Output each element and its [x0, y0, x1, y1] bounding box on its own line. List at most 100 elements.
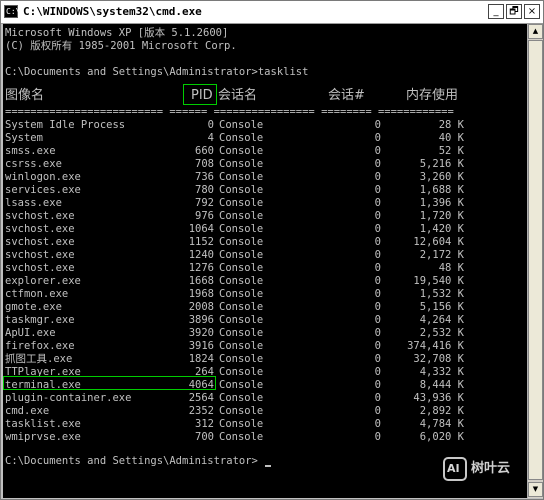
process-mem: 4,332 K [419, 366, 464, 378]
vertical-scrollbar[interactable]: ▲ ▼ [527, 24, 543, 498]
process-name: svchost.exe [5, 223, 75, 235]
process-name: gmote.exe [5, 301, 62, 313]
process-mem: 1,720 K [419, 210, 464, 222]
process-mem: 8,444 K [419, 379, 464, 391]
restore-button[interactable]: 🗗 [506, 4, 522, 19]
process-session-num: 0 [374, 327, 381, 339]
process-pid: 1968 [188, 288, 214, 300]
ai-logo-text: AI [447, 462, 460, 475]
process-session-num: 0 [374, 158, 381, 170]
process-session-num: 0 [374, 431, 381, 443]
process-mem: 4,784 K [419, 418, 464, 430]
process-row: System Idle Process 0 Console 0 28 K [3, 119, 527, 132]
process-pid: 708 [195, 158, 214, 170]
process-row: csrss.exe 708 Console 0 5,216 K [3, 158, 527, 171]
process-pid: 1240 [188, 249, 214, 261]
process-mem: 2,892 K [419, 405, 464, 417]
process-session: Console [219, 158, 264, 170]
banner-line: Microsoft Windows XP [版本 5.1.2600] [5, 27, 229, 39]
process-row: wmiprvse.exe 700 Console 0 6,020 K [3, 431, 527, 444]
process-session: Console [219, 171, 264, 183]
process-mem: 374,416 K [407, 340, 464, 352]
title-bar[interactable]: C:\ C:\WINDOWS\system32\cmd.exe _ 🗗 × [1, 1, 543, 24]
process-mem: 28 K [438, 119, 464, 131]
process-name: lsass.exe [5, 197, 62, 209]
console-output[interactable]: Microsoft Windows XP [版本 5.1.2600] (C) 版… [3, 24, 527, 498]
process-session-num: 0 [374, 366, 381, 378]
process-session: Console [219, 210, 264, 222]
process-pid: 2352 [188, 405, 214, 417]
process-row: svchost.exe 1240 Console 0 2,172 K [3, 249, 527, 262]
ai-logo-icon: AI [443, 457, 467, 481]
process-mem: 6,020 K [419, 431, 464, 443]
process-mem: 52 K [438, 145, 464, 157]
process-row: svchost.exe 1152 Console 0 12,604 K [3, 236, 527, 249]
window-title: C:\WINDOWS\system32\cmd.exe [23, 5, 202, 18]
process-row: firefox.exe 3916 Console 0 374,416 K [3, 340, 527, 353]
process-pid: 660 [195, 145, 214, 157]
process-session-num: 0 [374, 249, 381, 261]
header-session-num: 会话# [328, 88, 365, 103]
process-name: smss.exe [5, 145, 56, 157]
process-session-num: 0 [374, 145, 381, 157]
process-mem: 2,532 K [419, 327, 464, 339]
process-name: tasklist.exe [5, 418, 81, 430]
process-session: Console [219, 184, 264, 196]
process-pid: 3916 [188, 340, 214, 352]
process-row: tasklist.exe 312 Console 0 4,784 K [3, 418, 527, 431]
process-session: Console [219, 405, 264, 417]
process-pid: 736 [195, 171, 214, 183]
process-session-num: 0 [374, 353, 381, 365]
cmd-icon[interactable]: C:\ [4, 5, 20, 18]
process-row: svchost.exe 976 Console 0 1,720 K [3, 210, 527, 223]
process-row: winlogon.exe 736 Console 0 3,260 K [3, 171, 527, 184]
separator-line: ========================= ====== =======… [5, 106, 454, 118]
pid-header-highlight [183, 84, 217, 105]
process-session: Console [219, 119, 264, 131]
process-row: svchost.exe 1064 Console 0 1,420 K [3, 223, 527, 236]
process-pid: 4 [207, 132, 214, 144]
text-cursor [265, 465, 271, 467]
process-session-num: 0 [374, 171, 381, 183]
process-session: Console [219, 197, 264, 209]
process-mem: 1,420 K [419, 223, 464, 235]
scroll-thumb[interactable] [528, 40, 543, 480]
header-image-name: 图像名 [5, 88, 45, 103]
process-mem: 1,688 K [419, 184, 464, 196]
process-pid: 0 [207, 119, 214, 131]
minimize-button[interactable]: _ [488, 4, 504, 19]
process-pid: 792 [195, 197, 214, 209]
close-button[interactable]: × [524, 4, 540, 19]
process-row: taskmgr.exe 3896 Console 0 4,264 K [3, 314, 527, 327]
prompt-line: C:\Documents and Settings\Administrator> [5, 455, 258, 467]
process-session: Console [219, 418, 264, 430]
process-pid: 2564 [188, 392, 214, 404]
process-pid: 1152 [188, 236, 214, 248]
process-name: winlogon.exe [5, 171, 81, 183]
watermark-brand: 树叶云 [471, 461, 511, 476]
process-row: explorer.exe 1668 Console 0 19,540 K [3, 275, 527, 288]
process-name: wmiprvse.exe [5, 431, 81, 443]
process-mem: 48 K [438, 262, 464, 274]
process-mem: 12,604 K [413, 236, 464, 248]
process-session-num: 0 [374, 262, 381, 274]
process-pid: 2008 [188, 301, 214, 313]
scroll-up-icon[interactable]: ▲ [528, 24, 543, 39]
process-name: 抓图工具.exe [5, 353, 73, 365]
process-name: firefox.exe [5, 340, 75, 352]
process-name: ctfmon.exe [5, 288, 69, 300]
process-session: Console [219, 249, 264, 261]
process-mem: 40 K [438, 132, 464, 144]
process-session-num: 0 [374, 210, 381, 222]
process-pid: 1668 [188, 275, 214, 287]
process-mem: 43,936 K [413, 392, 464, 404]
process-mem: 4,264 K [419, 314, 464, 326]
process-name: System Idle Process [5, 119, 126, 131]
process-name: svchost.exe [5, 236, 75, 248]
process-name: ApUI.exe [5, 327, 56, 339]
header-mem-usage: 内存使用 [406, 88, 459, 103]
process-row: ctfmon.exe 1968 Console 0 1,532 K [3, 288, 527, 301]
cmd-window: C:\ C:\WINDOWS\system32\cmd.exe _ 🗗 × Mi… [0, 0, 544, 500]
process-mem: 1,532 K [419, 288, 464, 300]
process-session: Console [219, 275, 264, 287]
